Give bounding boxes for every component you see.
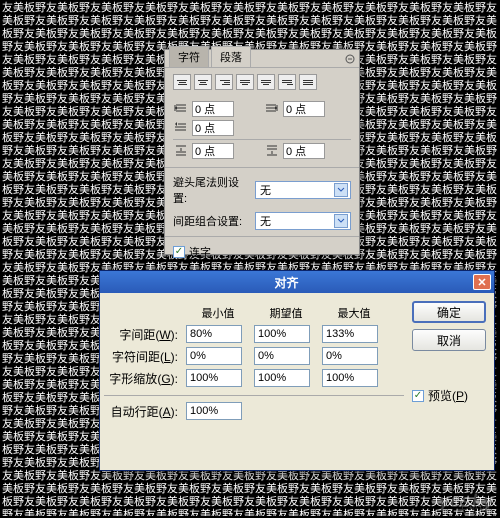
letter-spacing-label: 字符间距(L): (104, 348, 182, 365)
indent-right-input[interactable] (283, 101, 325, 117)
head-min: 最小值 (186, 305, 250, 321)
glyph-scaling-desired-input[interactable] (254, 369, 310, 387)
align-buttons-row (165, 68, 359, 96)
indent-left-icon (173, 102, 189, 116)
glyph-scaling-label: 字形缩放(G): (104, 370, 182, 387)
letter-spacing-max-input[interactable] (322, 347, 378, 365)
justify-last-left-button[interactable] (236, 74, 254, 90)
preview-label: 预览(P) (428, 387, 468, 404)
align-center-button[interactable] (194, 74, 212, 90)
tab-paragraph[interactable]: 段落 (211, 46, 251, 67)
hyphenate-label: 连字 (189, 244, 211, 260)
close-icon: ✕ (477, 276, 486, 289)
panel-tabs: 字符 段落 (165, 50, 359, 68)
dialog-titlebar[interactable]: 对齐 ✕ (100, 271, 494, 293)
auto-leading-input[interactable] (186, 402, 242, 420)
word-spacing-min-input[interactable] (186, 325, 242, 343)
cancel-button[interactable]: 取消 (412, 329, 486, 351)
indent-right-icon (264, 102, 280, 116)
preview-checkbox[interactable]: ✓ (412, 390, 424, 402)
auto-leading-label: 自动行距(A): (104, 403, 182, 420)
justify-last-right-button[interactable] (278, 74, 296, 90)
tab-character[interactable]: 字符 (169, 46, 209, 67)
hyphenate-checkbox[interactable]: ✓ (173, 246, 185, 258)
space-before-input[interactable] (192, 143, 234, 159)
word-spacing-label: 字间距(W): (104, 326, 182, 343)
justify-all-button[interactable] (299, 74, 317, 90)
align-left-button[interactable] (173, 74, 191, 90)
space-after-icon (264, 144, 280, 158)
glyph-scaling-max-input[interactable] (322, 369, 378, 387)
indent-first-line-input[interactable] (192, 120, 234, 136)
head-max: 最大值 (322, 305, 386, 321)
space-before-icon (173, 144, 189, 158)
panel-flyout-menu-icon[interactable] (344, 53, 356, 65)
word-spacing-desired-input[interactable] (254, 325, 310, 343)
indent-first-line-icon (173, 121, 189, 135)
align-right-button[interactable] (215, 74, 233, 90)
kinsoku-value: 无 (260, 182, 271, 198)
justify-last-center-button[interactable] (257, 74, 275, 90)
ok-button[interactable]: 确定 (412, 301, 486, 323)
dropdown-arrow-icon (334, 214, 348, 228)
dialog-title: 对齐 (100, 274, 473, 291)
mojikumi-label: 间距组合设置: (173, 213, 251, 229)
indent-left-input[interactable] (192, 101, 234, 117)
space-after-input[interactable] (283, 143, 325, 159)
kinsoku-label: 避头尾法则设置: (173, 174, 251, 206)
word-spacing-max-input[interactable] (322, 325, 378, 343)
letter-spacing-min-input[interactable] (186, 347, 242, 365)
mojikumi-dropdown[interactable]: 无 (255, 212, 351, 230)
mojikumi-value: 无 (260, 213, 271, 229)
glyph-scaling-min-input[interactable] (186, 369, 242, 387)
paragraph-panel: 字符 段落 (164, 49, 360, 255)
kinsoku-dropdown[interactable]: 无 (255, 181, 351, 199)
close-button[interactable]: ✕ (473, 274, 491, 290)
letter-spacing-desired-input[interactable] (254, 347, 310, 365)
dropdown-arrow-icon (334, 183, 348, 197)
head-desired: 期望值 (254, 305, 318, 321)
justification-dialog: 对齐 ✕ 最小值 期望值 最大值 字间距(W): 字符间距(L): (99, 270, 495, 471)
